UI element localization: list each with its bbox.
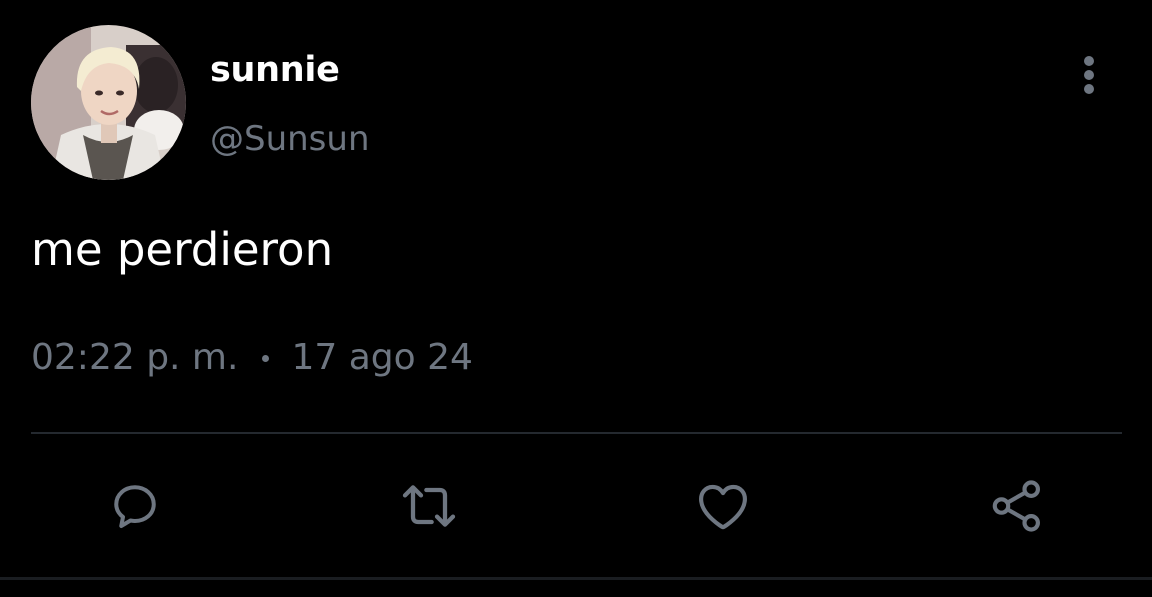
- share-button[interactable]: [985, 474, 1049, 538]
- tweet-date[interactable]: 17 ago 24: [291, 335, 472, 381]
- user-handle[interactable]: @Sunsun: [210, 117, 370, 161]
- divider: [31, 432, 1122, 434]
- tweet-time: 02:22 p. m.: [31, 337, 239, 378]
- share-icon: [992, 480, 1040, 532]
- display-name[interactable]: sunnie: [210, 48, 340, 92]
- avatar[interactable]: [31, 25, 186, 180]
- more-vertical-icon-dot: [1084, 70, 1094, 80]
- tweet-text: me perdieron: [31, 223, 334, 276]
- like-button[interactable]: [691, 474, 755, 538]
- reply-button[interactable]: [103, 474, 167, 538]
- like-icon: [699, 484, 747, 530]
- avatar-photo: [31, 25, 186, 180]
- retweet-icon: [402, 485, 456, 527]
- tweet-meta: 02:22 p. m. 17 ago 24: [31, 335, 473, 381]
- reply-icon: [114, 485, 156, 528]
- retweet-button[interactable]: [397, 474, 461, 538]
- separator-dot: [262, 354, 270, 362]
- more-vertical-icon: [1084, 56, 1094, 66]
- bottom-divider: [0, 577, 1152, 580]
- more-vertical-icon-dot: [1084, 84, 1094, 94]
- more-options-button[interactable]: [1068, 52, 1110, 98]
